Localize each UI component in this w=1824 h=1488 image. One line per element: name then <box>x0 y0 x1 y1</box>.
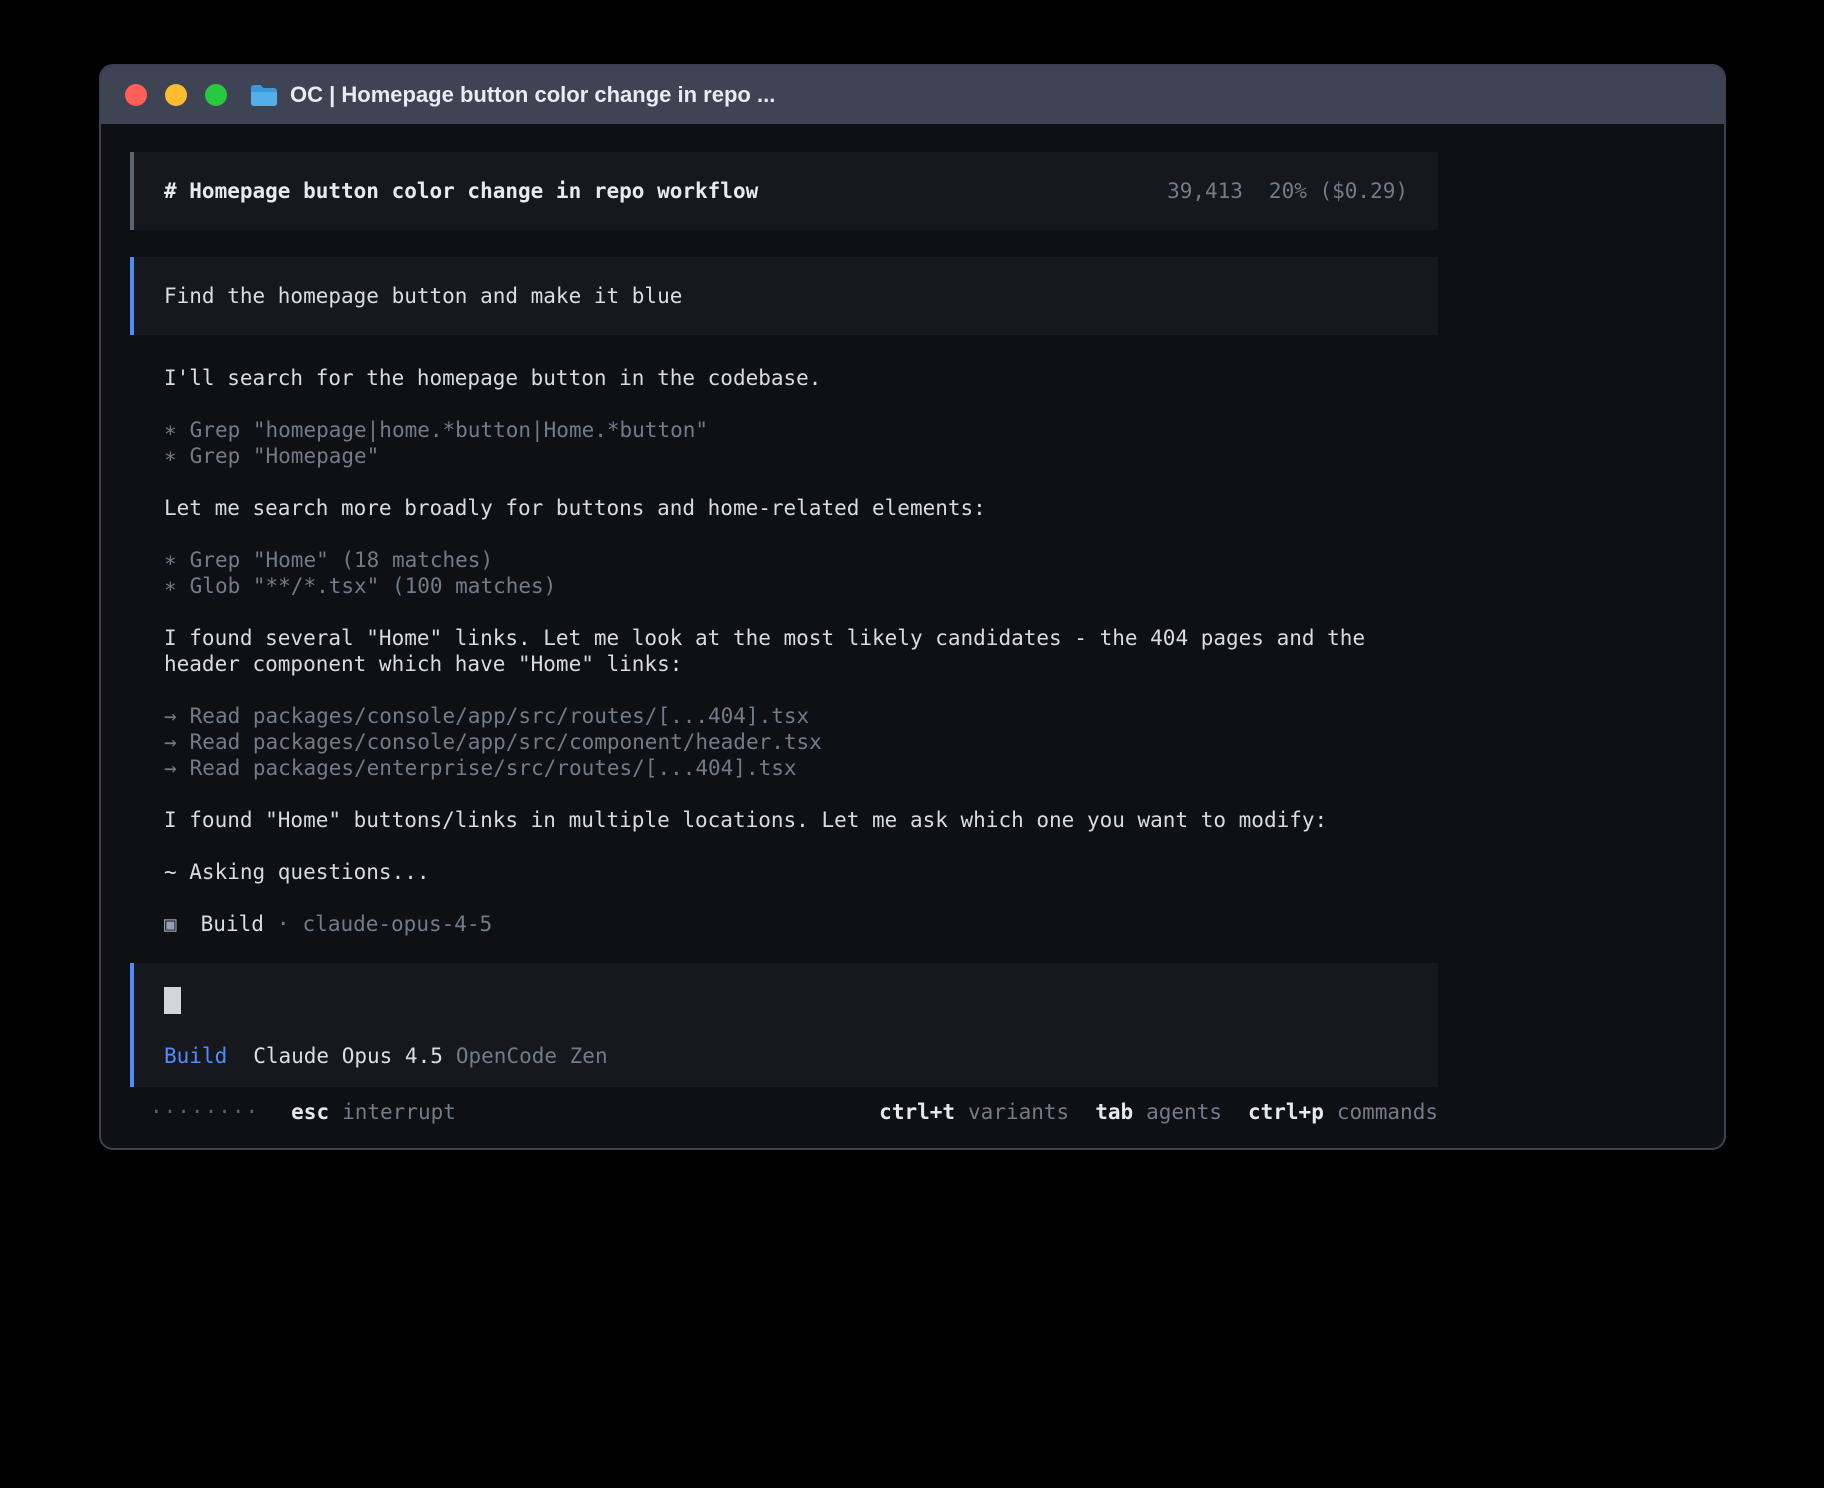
status-bar-right: ctrl+t variants tab agents ctrl+p commands <box>879 1099 1438 1125</box>
spinner-dots-icon: ········ <box>150 1099 259 1125</box>
tool-call: → Read packages/console/app/src/routes/[.… <box>164 703 1438 729</box>
hint-variants: ctrl+t variants <box>879 1099 1069 1125</box>
prompt-input[interactable]: Build Claude Opus 4.5 OpenCode Zen <box>130 963 1438 1087</box>
folder-icon <box>251 85 277 106</box>
mode-label: Build <box>164 1043 227 1069</box>
assistant-paragraph: I'll search for the homepage button in t… <box>130 365 1438 391</box>
titlebar: OC | Homepage button color change in rep… <box>101 66 1724 124</box>
assistant-text: Let me search more broadly for buttons a… <box>164 495 1438 521</box>
session-stats: 39,413 20% ($0.29) <box>1167 178 1408 204</box>
model-label: Claude Opus 4.5 <box>253 1043 443 1069</box>
tool-call-text: Read packages/console/app/src/component/… <box>190 730 822 754</box>
asterisk-icon: ∗ <box>164 574 177 598</box>
close-button[interactable] <box>125 84 147 106</box>
esc-key: esc <box>291 1100 329 1124</box>
arrow-icon: → <box>164 730 177 754</box>
tool-call: ∗ Grep "Homepage" <box>164 443 1438 469</box>
token-count: 39,413 <box>1167 178 1243 204</box>
tool-call-text: Grep "homepage|home.*button|Home.*button… <box>190 418 708 442</box>
tool-call-text: Grep "Home" (18 matches) <box>190 548 493 572</box>
arrow-icon: → <box>164 756 177 780</box>
assistant-text: I'll search for the homepage button in t… <box>164 365 1438 391</box>
hint-commands: ctrl+p commands <box>1248 1099 1438 1125</box>
ctrl-t-key: ctrl+t <box>879 1100 955 1124</box>
tool-call: → Read packages/enterprise/src/routes/[..… <box>164 755 1438 781</box>
tool-call: ∗ Grep "homepage|home.*button|Home.*butto… <box>164 417 1438 443</box>
traffic-lights <box>125 84 227 106</box>
minimize-button[interactable] <box>165 84 187 106</box>
asterisk-icon: ∗ <box>164 418 177 442</box>
status-text: ~ Asking questions... <box>164 859 1438 885</box>
tool-call: ∗ Glob "**/*.tsx" (100 matches) <box>164 573 1438 599</box>
tool-call-group: ∗ Grep "homepage|home.*button|Home.*butto… <box>130 417 1438 469</box>
session-header: # Homepage button color change in repo w… <box>130 152 1438 230</box>
status-bar: ········ esc interrupt ctrl+t variants tab… <box>130 1099 1438 1125</box>
agents-label: agents <box>1146 1100 1222 1124</box>
terminal-window: OC | Homepage button color change in rep… <box>99 64 1726 1150</box>
assistant-text: I found "Home" buttons/links in multiple… <box>164 807 1438 833</box>
tool-call-text: Read packages/console/app/src/routes/[..… <box>190 704 810 728</box>
screenshot: OC | Homepage button color change in rep… <box>0 0 1824 1488</box>
tool-call-text: Read packages/enterprise/src/routes/[...… <box>190 756 797 780</box>
tool-call-group: → Read packages/console/app/src/routes/[.… <box>130 703 1438 781</box>
hint-agents: tab agents <box>1095 1099 1222 1125</box>
zoom-button[interactable] <box>205 84 227 106</box>
asterisk-icon: ∗ <box>164 444 177 468</box>
ctrl-p-key: ctrl+p <box>1248 1100 1324 1124</box>
tab-key: tab <box>1095 1100 1133 1124</box>
tool-call-text: Grep "Homepage" <box>190 444 380 468</box>
variants-label: variants <box>968 1100 1069 1124</box>
arrow-icon: → <box>164 704 177 728</box>
assistant-paragraph: Let me search more broadly for buttons a… <box>130 495 1438 521</box>
commands-label: commands <box>1337 1100 1438 1124</box>
context-usage: 20% ($0.29) <box>1269 178 1408 204</box>
agent-status: ▣ Build · claude-opus-4-5 <box>130 911 1438 937</box>
hint-interrupt: esc interrupt <box>291 1099 456 1125</box>
asterisk-icon: ∗ <box>164 548 177 572</box>
agent-name: Build <box>201 911 264 937</box>
window-title: OC | Homepage button color change in rep… <box>290 82 775 108</box>
assistant-paragraph: I found several "Home" links. Let me loo… <box>130 625 1438 677</box>
provider-label: OpenCode Zen <box>456 1043 608 1069</box>
session-title: # Homepage button color change in repo w… <box>164 178 758 204</box>
tool-call: ∗ Grep "Home" (18 matches) <box>164 547 1438 573</box>
tool-call-text: Glob "**/*.tsx" (100 matches) <box>190 574 557 598</box>
user-message-text: Find the homepage button and make it blu… <box>164 284 682 308</box>
agent-model: claude-opus-4-5 <box>303 911 493 937</box>
assistant-text: I found several "Home" links. Let me loo… <box>164 625 1438 677</box>
agent-icon: ▣ <box>164 911 177 937</box>
status-bar-left: ········ esc interrupt <box>150 1099 456 1125</box>
assistant-paragraph: ~ Asking questions... <box>130 859 1438 885</box>
separator-dot: · <box>277 911 290 937</box>
input-footer: Build Claude Opus 4.5 OpenCode Zen <box>164 1043 1408 1069</box>
assistant-paragraph: I found "Home" buttons/links in multiple… <box>130 807 1438 833</box>
esc-label: interrupt <box>342 1100 456 1124</box>
tool-call-group: ∗ Grep "Home" (18 matches) ∗ Glob "**/*.ts… <box>130 547 1438 599</box>
terminal-content: # Homepage button color change in repo w… <box>101 124 1724 1125</box>
transcript: I'll search for the homepage button in t… <box>130 365 1438 885</box>
text-cursor <box>164 987 181 1014</box>
tool-call: → Read packages/console/app/src/component… <box>164 729 1438 755</box>
user-message: Find the homepage button and make it blu… <box>130 257 1438 335</box>
